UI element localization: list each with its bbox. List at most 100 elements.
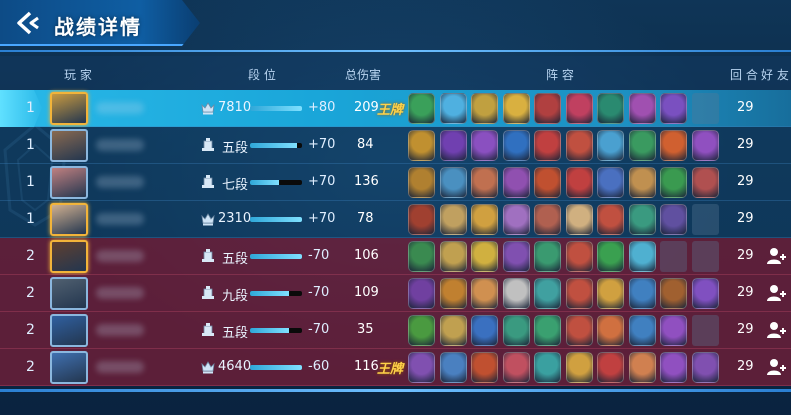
unit-icon[interactable] xyxy=(502,352,530,383)
unit-icon[interactable] xyxy=(628,278,656,309)
unit-icon[interactable] xyxy=(565,315,593,346)
unit-icon[interactable] xyxy=(408,278,435,309)
unit-icon[interactable] xyxy=(628,93,656,124)
unit-icon[interactable] xyxy=(534,167,561,198)
table-row[interactable]: 1 7810 +80 209 王牌 29 xyxy=(0,90,791,127)
unit-icon[interactable] xyxy=(628,130,656,161)
unit-icon[interactable] xyxy=(439,130,467,161)
mvp-badge: 王牌 xyxy=(377,362,404,377)
unit-icon[interactable] xyxy=(628,241,656,272)
unit-icon[interactable] xyxy=(502,241,530,272)
unit-icon[interactable] xyxy=(439,241,467,272)
unit-icon[interactable] xyxy=(628,315,656,346)
unit-icon[interactable] xyxy=(565,167,593,198)
unit-icon[interactable] xyxy=(660,352,687,383)
table-row[interactable]: 2 五段 -70 106 29 xyxy=(0,238,791,275)
table-row[interactable]: 2 五段 -70 35 29 xyxy=(0,312,791,349)
table-row[interactable]: 2 4640 -60 116 王牌 29 xyxy=(0,349,791,386)
unit-icon[interactable] xyxy=(597,93,624,124)
unit-icon[interactable] xyxy=(565,241,593,272)
unit-icon[interactable] xyxy=(502,204,530,235)
add-friend-icon[interactable] xyxy=(766,358,786,376)
unit-icon[interactable] xyxy=(660,167,687,198)
unit-icon[interactable] xyxy=(660,204,687,235)
unit-icon[interactable] xyxy=(597,352,624,383)
avatar[interactable] xyxy=(50,203,88,236)
unit-icon[interactable] xyxy=(691,167,719,198)
unit-icon[interactable] xyxy=(502,315,530,346)
unit-icon[interactable] xyxy=(660,93,687,124)
unit-icon[interactable] xyxy=(408,352,435,383)
table-row[interactable]: 2 九段 -70 109 29 xyxy=(0,275,791,312)
unit-icon[interactable] xyxy=(408,241,435,272)
unit-icon[interactable] xyxy=(502,93,530,124)
unit-icon[interactable] xyxy=(628,352,656,383)
unit-icon[interactable] xyxy=(471,167,498,198)
unit-icon[interactable] xyxy=(534,93,561,124)
unit-icon[interactable] xyxy=(691,130,719,161)
avatar[interactable] xyxy=(50,351,88,384)
unit-icon[interactable] xyxy=(408,167,435,198)
unit-icon[interactable] xyxy=(471,241,498,272)
unit-icon[interactable] xyxy=(439,315,467,346)
unit-icon[interactable] xyxy=(660,130,687,161)
back-arrow-icon[interactable] xyxy=(14,10,42,36)
unit-icon[interactable] xyxy=(408,315,435,346)
unit-icon[interactable] xyxy=(502,167,530,198)
unit-icon[interactable] xyxy=(597,167,624,198)
avatar[interactable] xyxy=(50,314,88,347)
unit-icon[interactable] xyxy=(691,278,719,309)
add-friend-icon[interactable] xyxy=(766,247,786,265)
avatar[interactable] xyxy=(50,166,88,199)
add-friend-icon[interactable] xyxy=(766,284,786,302)
unit-icon[interactable] xyxy=(471,315,498,346)
unit-icon[interactable] xyxy=(534,352,561,383)
unit-icon[interactable] xyxy=(628,204,656,235)
unit-icon[interactable] xyxy=(565,93,593,124)
unit-icon[interactable] xyxy=(660,278,687,309)
unit-icon[interactable] xyxy=(471,278,498,309)
avatar[interactable] xyxy=(50,240,88,273)
unit-icon[interactable] xyxy=(660,315,687,346)
unit-icon[interactable] xyxy=(597,315,624,346)
unit-icon[interactable] xyxy=(534,241,561,272)
unit-icon[interactable] xyxy=(439,278,467,309)
unit-icon[interactable] xyxy=(534,204,561,235)
unit-icon[interactable] xyxy=(408,130,435,161)
unit-icon[interactable] xyxy=(439,352,467,383)
unit-icon[interactable] xyxy=(597,130,624,161)
table-row[interactable]: 1 七段 +70 136 29 xyxy=(0,164,791,201)
unit-icon[interactable] xyxy=(534,130,561,161)
avatar[interactable] xyxy=(50,129,88,162)
unit-icon[interactable] xyxy=(534,315,561,346)
unit-icon[interactable] xyxy=(597,204,624,235)
unit-icon[interactable] xyxy=(439,167,467,198)
unit-icon[interactable] xyxy=(408,204,435,235)
table-header: 玩 家 段 位 总伤害 阵 容 回 合 好 友 xyxy=(0,56,791,90)
unit-icon[interactable] xyxy=(408,93,435,124)
unit-icon[interactable] xyxy=(471,93,498,124)
unit-icon[interactable] xyxy=(534,278,561,309)
unit-icon[interactable] xyxy=(471,204,498,235)
unit-icon[interactable] xyxy=(439,93,467,124)
unit-icon[interactable] xyxy=(597,241,624,272)
rank-change: -70 xyxy=(308,248,330,263)
unit-icon[interactable] xyxy=(502,278,530,309)
add-friend-icon[interactable] xyxy=(766,321,786,339)
unit-icon[interactable] xyxy=(471,352,498,383)
unit-icon[interactable] xyxy=(565,278,593,309)
unit-icon[interactable] xyxy=(565,352,593,383)
unit-icon[interactable] xyxy=(439,204,467,235)
table-row[interactable]: 1 2310 +70 78 29 xyxy=(0,201,791,238)
avatar[interactable] xyxy=(50,277,88,310)
table-row[interactable]: 1 五段 +70 84 29 xyxy=(0,127,791,164)
unit-icon[interactable] xyxy=(471,130,498,161)
unit-icon[interactable] xyxy=(565,204,593,235)
unit-icon[interactable] xyxy=(691,352,719,383)
avatar[interactable] xyxy=(50,92,88,125)
unit-icon[interactable] xyxy=(565,130,593,161)
unit-icon[interactable] xyxy=(628,167,656,198)
tower-rank-icon xyxy=(202,138,214,151)
unit-icon[interactable] xyxy=(502,130,530,161)
unit-icon[interactable] xyxy=(597,278,624,309)
